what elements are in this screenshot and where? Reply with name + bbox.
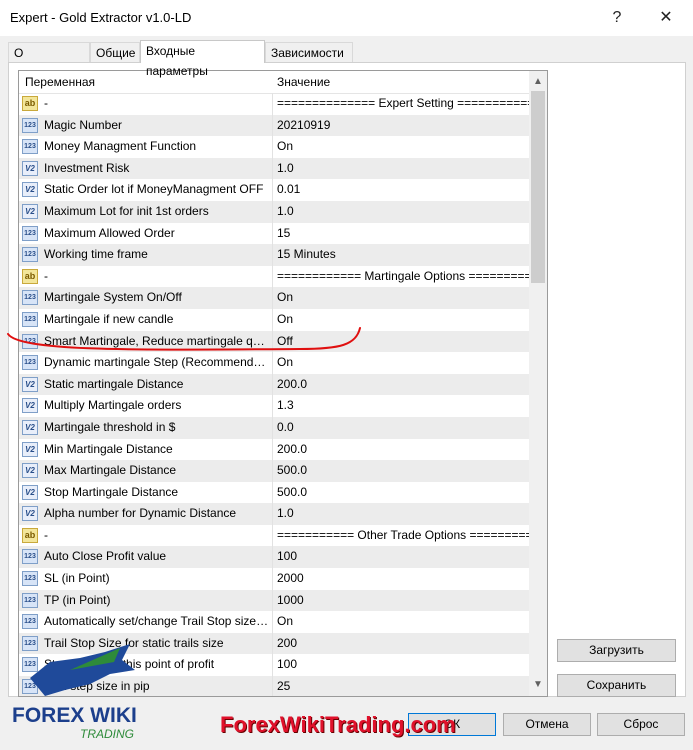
watermark-site-text: ForexWikiTrading.com (220, 712, 456, 737)
forex-wiki-logo: FOREX WIKI TRADING (10, 640, 175, 741)
logo-text-forex-wiki: FOREX WIKI (12, 704, 137, 727)
annotation-underline (7, 327, 361, 351)
bull-logo-icon: FOREX WIKI TRADING (12, 644, 137, 741)
logo-text-trading: TRADING (80, 727, 134, 740)
tab-inputs[interactable]: Входные параметры (140, 40, 265, 78)
